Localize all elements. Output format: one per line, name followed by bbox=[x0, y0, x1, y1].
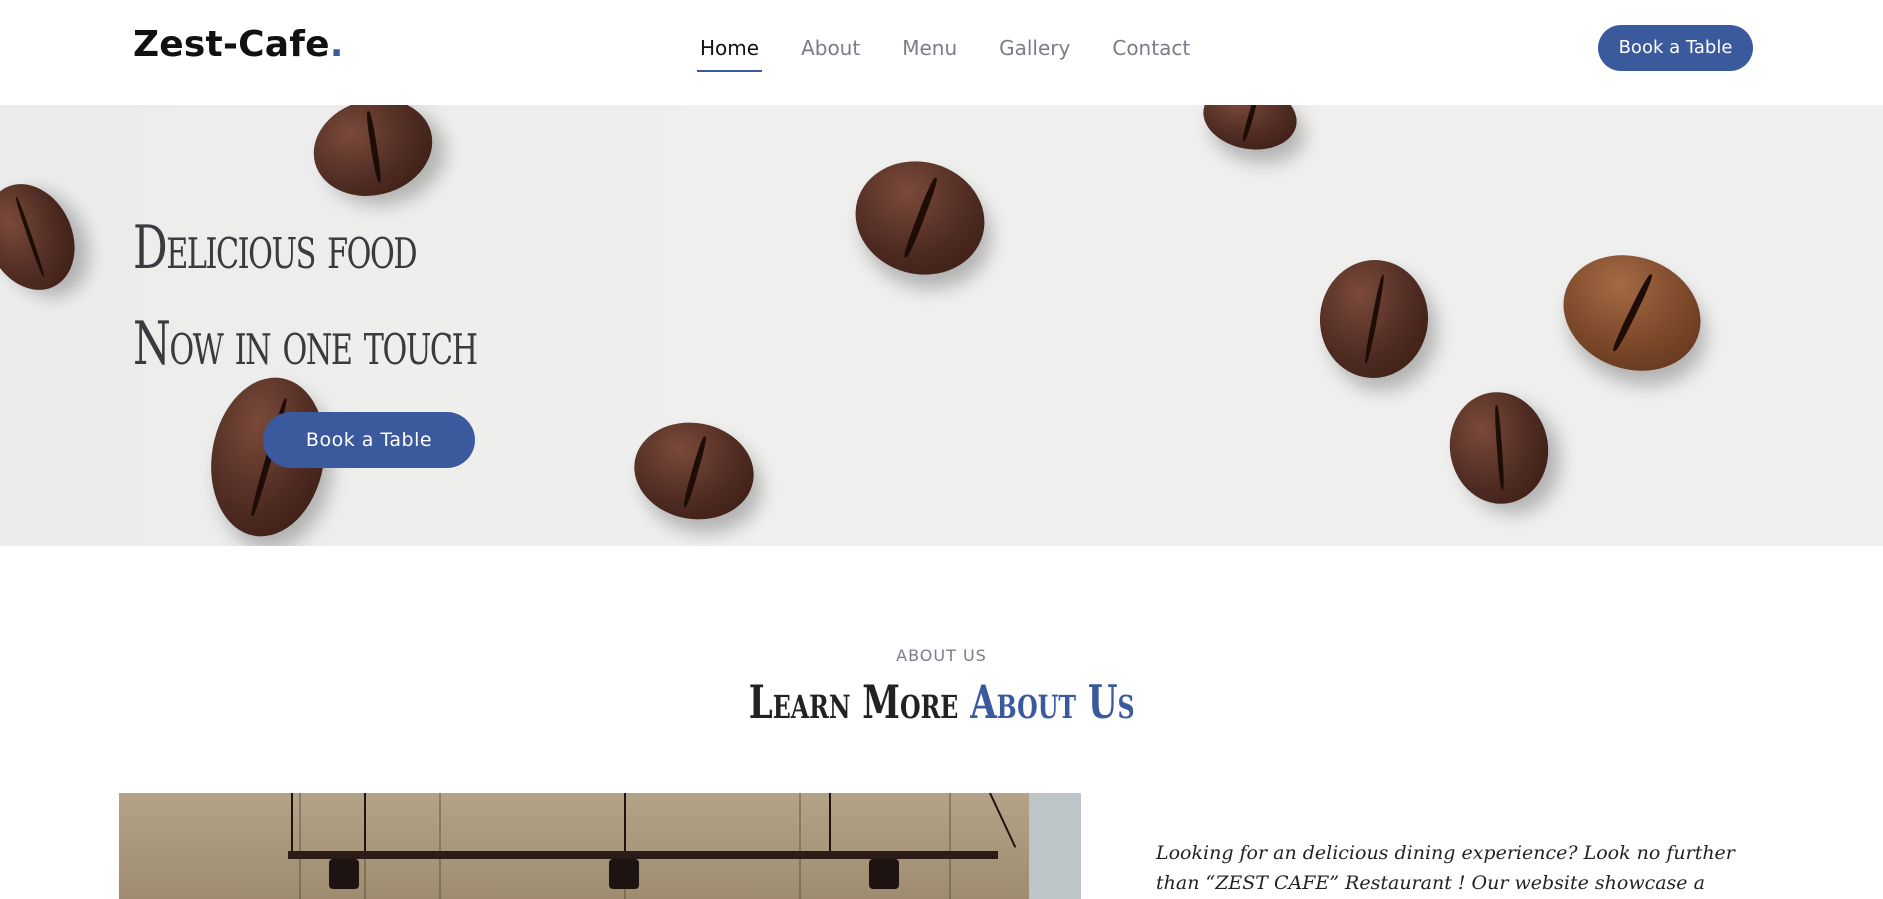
nav-home[interactable]: Home bbox=[696, 30, 763, 72]
about-image bbox=[119, 793, 1081, 899]
about-heading: Learn More About Us bbox=[0, 675, 1883, 729]
coffee-bean-image bbox=[1441, 384, 1557, 512]
hero-banner: Delicious food Now in one touch Book a T… bbox=[0, 105, 1883, 546]
logo-dot: . bbox=[329, 24, 344, 65]
hero-title: Delicious food Now in one touch bbox=[133, 200, 478, 392]
coffee-bean-image bbox=[842, 147, 998, 289]
about-kicker: ABOUT US bbox=[896, 646, 987, 665]
nav-about[interactable]: About bbox=[801, 30, 860, 72]
hero-title-line-2: Now in one touch bbox=[133, 309, 478, 379]
coffee-bean-image bbox=[0, 169, 92, 305]
about-heading-accent: About Us bbox=[969, 675, 1135, 729]
coffee-bean-image bbox=[1198, 105, 1302, 157]
coffee-bean-image bbox=[1315, 255, 1433, 383]
coffee-bean-image bbox=[1547, 236, 1717, 390]
hero-title-line-1: Delicious food bbox=[133, 213, 418, 283]
about-text: Looking for an delicious dining experien… bbox=[1156, 842, 1735, 894]
nav-gallery[interactable]: Gallery bbox=[999, 30, 1070, 72]
logo[interactable]: Zest-Cafe. bbox=[133, 24, 344, 65]
hero-book-table-button[interactable]: Book a Table bbox=[263, 412, 475, 468]
nav-menu[interactable]: Menu bbox=[902, 30, 957, 72]
header-book-table-button[interactable]: Book a Table bbox=[1598, 25, 1753, 71]
coffee-bean-image bbox=[626, 413, 762, 529]
main-nav: Home About Menu Gallery Contact bbox=[696, 30, 1232, 72]
nav-contact[interactable]: Contact bbox=[1112, 30, 1190, 72]
coffee-bean-image bbox=[302, 105, 444, 209]
about-heading-plain: Learn More bbox=[748, 675, 970, 729]
site-header: Zest-Cafe. Home About Menu Gallery Conta… bbox=[0, 0, 1883, 105]
logo-text: Zest-Cafe bbox=[133, 24, 330, 65]
